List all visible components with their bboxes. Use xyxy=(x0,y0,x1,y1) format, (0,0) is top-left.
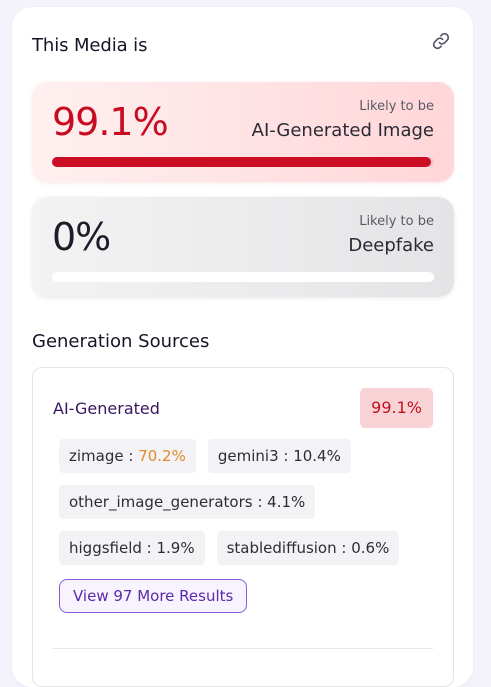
source-separator: : xyxy=(336,539,352,557)
source-name: stablediffusion xyxy=(226,539,337,557)
chip-row: zimage : 70.2% gemini3 : 10.4% xyxy=(59,439,429,473)
source-value: 0.6% xyxy=(351,539,390,557)
source-separator: : xyxy=(252,493,268,511)
ai-percent: 99.1% xyxy=(52,100,169,144)
source-chip-gemini3: gemini3 : 10.4% xyxy=(207,439,351,473)
source-value: 4.1% xyxy=(267,493,306,511)
source-separator: : xyxy=(141,539,157,557)
source-value: 70.2% xyxy=(138,447,186,465)
media-result-card: This Media is 99.1% Likely to be AI-Gene… xyxy=(12,7,473,687)
source-name: higgsfield xyxy=(69,539,142,557)
generation-sources-panel: AI-Generated 99.1% zimage : 70.2% gemini… xyxy=(32,367,454,687)
source-chip-zimage: zimage : 70.2% xyxy=(59,439,196,473)
ai-progress-track xyxy=(52,157,434,167)
source-chip-other-image-generators: other_image_generators : 4.1% xyxy=(59,485,316,519)
source-name: zimage xyxy=(69,447,124,465)
source-value: 10.4% xyxy=(293,447,341,465)
source-chips: zimage : 70.2% gemini3 : 10.4% other_ima… xyxy=(59,439,429,577)
divider xyxy=(53,648,433,649)
source-category-badge: 99.1% xyxy=(360,388,433,428)
deepfake-result: 0% Likely to be Deepfake xyxy=(32,197,454,297)
source-chip-higgsfield: higgsfield : 1.9% xyxy=(59,531,205,565)
ai-progress-fill xyxy=(52,157,431,167)
view-more-results-button[interactable]: View 97 More Results xyxy=(59,579,248,613)
link-icon[interactable] xyxy=(431,31,451,51)
source-name: gemini3 xyxy=(217,447,279,465)
deepfake-label: Deepfake xyxy=(348,235,434,256)
card-header: This Media is xyxy=(32,32,453,59)
deepfake-percent: 0% xyxy=(52,215,111,259)
deepfake-likely-text: Likely to be xyxy=(359,214,434,229)
source-separator: : xyxy=(123,447,139,465)
chip-row: other_image_generators : 4.1% xyxy=(59,485,429,519)
generation-sources-title: Generation Sources xyxy=(32,331,210,352)
source-value: 1.9% xyxy=(156,539,195,557)
source-separator: : xyxy=(278,447,294,465)
source-name: other_image_generators xyxy=(69,493,253,511)
card-title: This Media is xyxy=(32,35,148,56)
source-chip-stablediffusion: stablediffusion : 0.6% xyxy=(216,531,400,565)
chip-row: higgsfield : 1.9% stablediffusion : 0.6% xyxy=(59,531,429,565)
ai-label: AI-Generated Image xyxy=(251,120,434,141)
source-category-title: AI-Generated xyxy=(53,399,160,418)
deepfake-progress-track xyxy=(52,272,434,282)
ai-generated-result: 99.1% Likely to be AI-Generated Image xyxy=(32,82,454,182)
ai-likely-text: Likely to be xyxy=(359,99,434,114)
